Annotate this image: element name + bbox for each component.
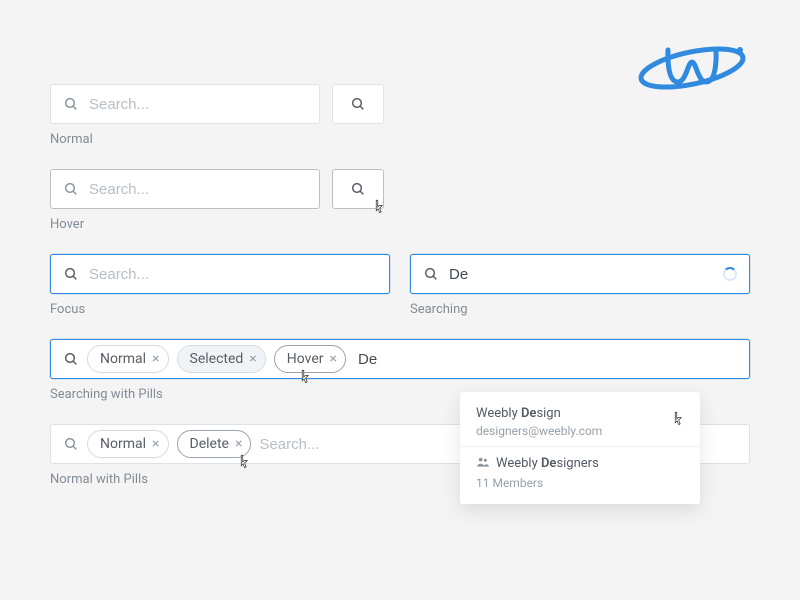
- cursor-icon: [236, 451, 254, 473]
- search-icon: [63, 96, 79, 112]
- search-button-hover[interactable]: [332, 169, 384, 209]
- pill-label: Hover: [287, 351, 324, 367]
- search-button-normal[interactable]: [332, 84, 384, 124]
- search-icon: [423, 266, 439, 282]
- spinner-icon: [723, 267, 737, 281]
- dropdown-item[interactable]: Weebly Designers 11 Members: [460, 446, 700, 498]
- autocomplete-dropdown: Weebly Design designers@weebly.com Weebl…: [460, 392, 700, 504]
- search-icon: [350, 181, 366, 197]
- dropdown-item-sub: 11 Members: [476, 476, 684, 490]
- search-box-focus[interactable]: [50, 254, 390, 294]
- search-icon: [63, 436, 79, 452]
- state-label-hover: Hover: [50, 217, 750, 232]
- pill-selected[interactable]: Selected ×: [177, 345, 266, 373]
- search-input[interactable]: [89, 96, 307, 113]
- search-box-pills-searching[interactable]: Normal × Selected × Hover ×: [50, 339, 750, 379]
- search-icon: [63, 181, 79, 197]
- close-icon[interactable]: ×: [235, 437, 242, 451]
- dropdown-item[interactable]: Weebly Design designers@weebly.com: [460, 398, 700, 446]
- pill-label: Selected: [190, 351, 244, 367]
- pill-hover[interactable]: Hover ×: [274, 345, 346, 373]
- search-box-searching[interactable]: [410, 254, 750, 294]
- pill-label: Normal: [100, 351, 146, 367]
- state-label-searching: Searching: [410, 302, 750, 317]
- dropdown-item-title: Weebly Design: [476, 406, 684, 421]
- search-icon: [63, 266, 79, 282]
- users-icon: [476, 455, 490, 473]
- dropdown-item-sub: designers@weebly.com: [476, 424, 684, 438]
- state-label-normal: Normal: [50, 132, 750, 147]
- close-icon[interactable]: ×: [330, 352, 337, 366]
- cursor-icon: [297, 366, 315, 388]
- close-icon[interactable]: ×: [152, 437, 159, 451]
- search-box-normal[interactable]: [50, 84, 320, 124]
- dropdown-item-title: Weebly Designers: [476, 455, 684, 473]
- pill-label: Delete: [190, 436, 229, 452]
- search-input[interactable]: [89, 266, 377, 283]
- state-label-focus: Focus: [50, 302, 390, 317]
- search-input[interactable]: [449, 266, 713, 283]
- close-icon[interactable]: ×: [152, 352, 159, 366]
- search-box-hover[interactable]: [50, 169, 320, 209]
- pill-normal[interactable]: Normal ×: [87, 430, 169, 458]
- search-icon: [63, 351, 79, 367]
- pill-normal[interactable]: Normal ×: [87, 345, 169, 373]
- close-icon[interactable]: ×: [249, 352, 256, 366]
- pill-label: Normal: [100, 436, 146, 452]
- search-input[interactable]: [358, 351, 737, 368]
- search-icon: [350, 96, 366, 112]
- pill-delete[interactable]: Delete ×: [177, 430, 252, 458]
- search-input[interactable]: [89, 181, 307, 198]
- cursor-icon: [371, 196, 389, 218]
